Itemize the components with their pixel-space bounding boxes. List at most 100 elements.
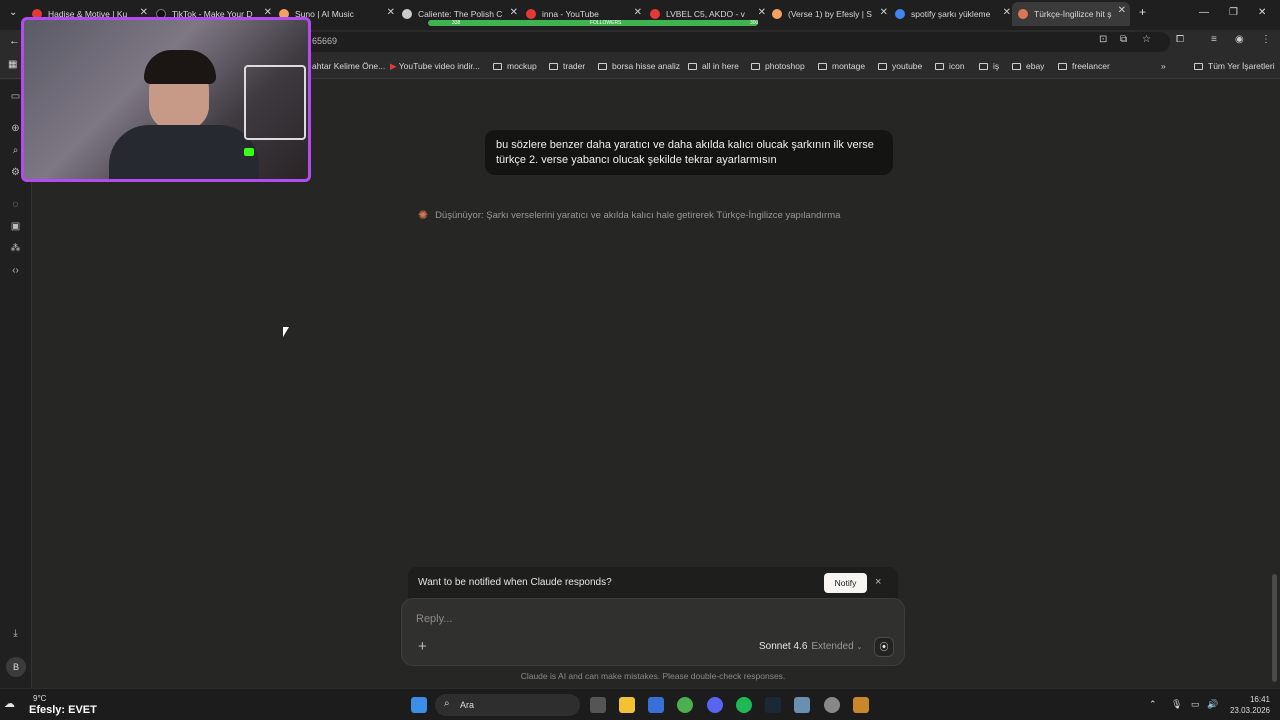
chevron-up-icon[interactable]: ⌃ — [1149, 699, 1157, 710]
folder-icon — [878, 63, 887, 70]
bookmark-label: freelancer — [1072, 61, 1110, 71]
close-icon[interactable]: ✕ — [387, 7, 395, 18]
search-placeholder: Ara — [460, 700, 475, 710]
new-tab-icon[interactable]: + — [1139, 5, 1146, 19]
tab-label: (Verse 1) by Efesly | S — [788, 9, 872, 19]
voice-mode-button[interactable]: ⦿ — [874, 637, 894, 657]
reply-input[interactable] — [416, 613, 886, 625]
tab-spotify-search[interactable]: spotify şarkı yükleme ✕ — [895, 4, 1015, 24]
bookmark-label: all in here — [702, 61, 739, 71]
bookmark-label: ebay — [1026, 61, 1045, 71]
windows-taskbar: ☁ 9°C Efesly: EVET ⌕ Ara ⌃ 🎙 ▭ 🔊 16:41 2… — [0, 688, 1280, 720]
bookmark-folder[interactable]: icon — [935, 61, 965, 71]
close-window-icon[interactable]: ✕ — [1258, 7, 1266, 18]
model-selector[interactable]: Sonnet 4.6 Extended ⌄ — [759, 641, 863, 652]
windows-start-icon[interactable] — [411, 697, 427, 713]
thinking-status: ✺ Düşünüyor: Şarkı verselerini yaratıcı … — [418, 208, 840, 222]
store-icon[interactable] — [648, 697, 664, 713]
bookmark-label: icon — [949, 61, 965, 71]
chrome-icon[interactable] — [677, 697, 693, 713]
close-icon[interactable]: ✕ — [758, 7, 766, 18]
minimize-icon[interactable]: — — [1199, 7, 1209, 18]
projects-icon[interactable]: ▣ — [9, 220, 22, 233]
disclaimer: Claude is AI and can make mistakes. Plea… — [520, 671, 786, 681]
steam-icon[interactable] — [765, 697, 781, 713]
url-text: 65669 — [312, 36, 338, 46]
clock-date: 23.03.2026 — [1229, 706, 1270, 715]
menu-icon[interactable]: ⋮ — [1261, 34, 1271, 45]
restore-icon[interactable]: ❐ — [1229, 7, 1238, 18]
extensions-icon[interactable]: ⧠ — [1176, 34, 1184, 45]
discord-icon[interactable] — [707, 697, 723, 713]
close-icon[interactable]: × — [875, 576, 881, 588]
volume-icon[interactable]: 🔊 — [1207, 699, 1218, 710]
folder-icon — [1012, 63, 1021, 70]
task-view-icon[interactable] — [590, 697, 606, 713]
tab-search-icon[interactable]: ⌄ — [9, 7, 17, 18]
globe-icon — [402, 9, 412, 19]
download-icon[interactable]: ⤓ — [9, 627, 22, 640]
follower-label: FOLLOWERS — [590, 20, 622, 26]
close-icon[interactable]: ✕ — [634, 7, 642, 18]
mouse-cursor — [283, 327, 289, 337]
tab-label: LVBEL C5, AKDO - v — [666, 9, 745, 19]
translate-icon[interactable]: ⊡ — [1099, 34, 1107, 45]
tab-claude-active[interactable]: Türkçe-İngilizce hit ş ✕ — [1012, 2, 1130, 26]
bookmark-label: borsa hisse analiz — [612, 61, 681, 71]
green-light — [244, 148, 254, 156]
close-icon[interactable]: ✕ — [1118, 5, 1126, 16]
all-bookmarks[interactable]: Tüm Yer İşaretleri — [1194, 61, 1275, 71]
close-icon[interactable]: ✕ — [1003, 7, 1011, 18]
chevron-down-icon: ⌄ — [856, 644, 863, 651]
artifacts-icon[interactable]: ⁂ — [9, 242, 22, 255]
youtube-icon: ▶ — [390, 61, 399, 71]
bookmark-folder[interactable]: all in here — [688, 61, 739, 71]
bookmark-folder[interactable]: trader — [549, 61, 585, 71]
add-attachment-icon[interactable]: + — [418, 638, 427, 655]
folder-icon — [818, 63, 827, 70]
apps-grid-icon[interactable]: ▦ — [8, 59, 17, 70]
settings-icon[interactable] — [794, 697, 810, 713]
network-icon[interactable]: ▭ — [1191, 699, 1200, 710]
tab-label: Caliente: The Polish C — [418, 9, 503, 19]
obs-icon[interactable] — [824, 697, 840, 713]
bookmark-item[interactable]: ahtar Kelime Öne... — [312, 61, 385, 71]
clock[interactable]: 16:41 23.03.2026 — [1228, 694, 1270, 716]
spotify-icon[interactable] — [736, 697, 752, 713]
profile-icon[interactable]: ◉ — [1235, 34, 1244, 45]
bookmark-folder[interactable]: mockup — [493, 61, 537, 71]
install-icon[interactable]: ⧉ — [1120, 34, 1127, 45]
notify-button[interactable]: Notify — [824, 573, 867, 593]
address-bar[interactable]: 65669 — [300, 32, 1170, 52]
folder-icon — [1058, 63, 1067, 70]
scrollbar[interactable] — [1272, 574, 1277, 682]
bookmark-label: montage — [832, 61, 866, 71]
bookmark-item[interactable]: ▶ YouTube video indir... — [390, 61, 480, 72]
star-icon[interactable]: ☆ — [1142, 34, 1151, 45]
bookmark-folder[interactable]: freelancer — [1058, 61, 1110, 71]
file-explorer-icon[interactable] — [619, 697, 635, 713]
bookmark-folder[interactable]: ebay — [1012, 61, 1044, 71]
weather-temp: 9°C — [33, 694, 47, 703]
tab-verse[interactable]: (Verse 1) by Efesly | S ✕ — [772, 4, 892, 24]
back-arrow-icon[interactable]: ← — [9, 35, 20, 47]
code-icon[interactable]: ‹› — [9, 264, 22, 277]
close-icon[interactable]: ✕ — [880, 7, 888, 18]
clock-time: 16:41 — [1249, 695, 1270, 704]
taskbar-search[interactable]: ⌕ Ara — [435, 694, 580, 716]
bookmark-folder[interactable]: photoshop — [751, 61, 805, 71]
chevron-right-icon[interactable]: » — [1161, 61, 1166, 71]
media-icon[interactable]: ≡ — [1211, 34, 1217, 45]
microphone-icon[interactable]: 🎙 — [1171, 699, 1182, 710]
bookmark-folder[interactable]: youtube — [878, 61, 922, 71]
composer: + Sonnet 4.6Extended⌄ ⦿ — [401, 598, 905, 666]
follower-goal: 300 — [750, 20, 759, 26]
webcam-overlay — [21, 17, 311, 182]
bookmark-folder[interactable]: iş — [979, 61, 999, 71]
folder-icon — [979, 63, 988, 70]
close-icon[interactable]: ✕ — [510, 7, 518, 18]
chats-icon[interactable]: ◌ — [9, 198, 22, 211]
bookmark-folder[interactable]: borsa hisse analiz — [598, 61, 680, 71]
audio-app-icon[interactable] — [853, 697, 869, 713]
bookmark-folder[interactable]: montage — [818, 61, 865, 71]
